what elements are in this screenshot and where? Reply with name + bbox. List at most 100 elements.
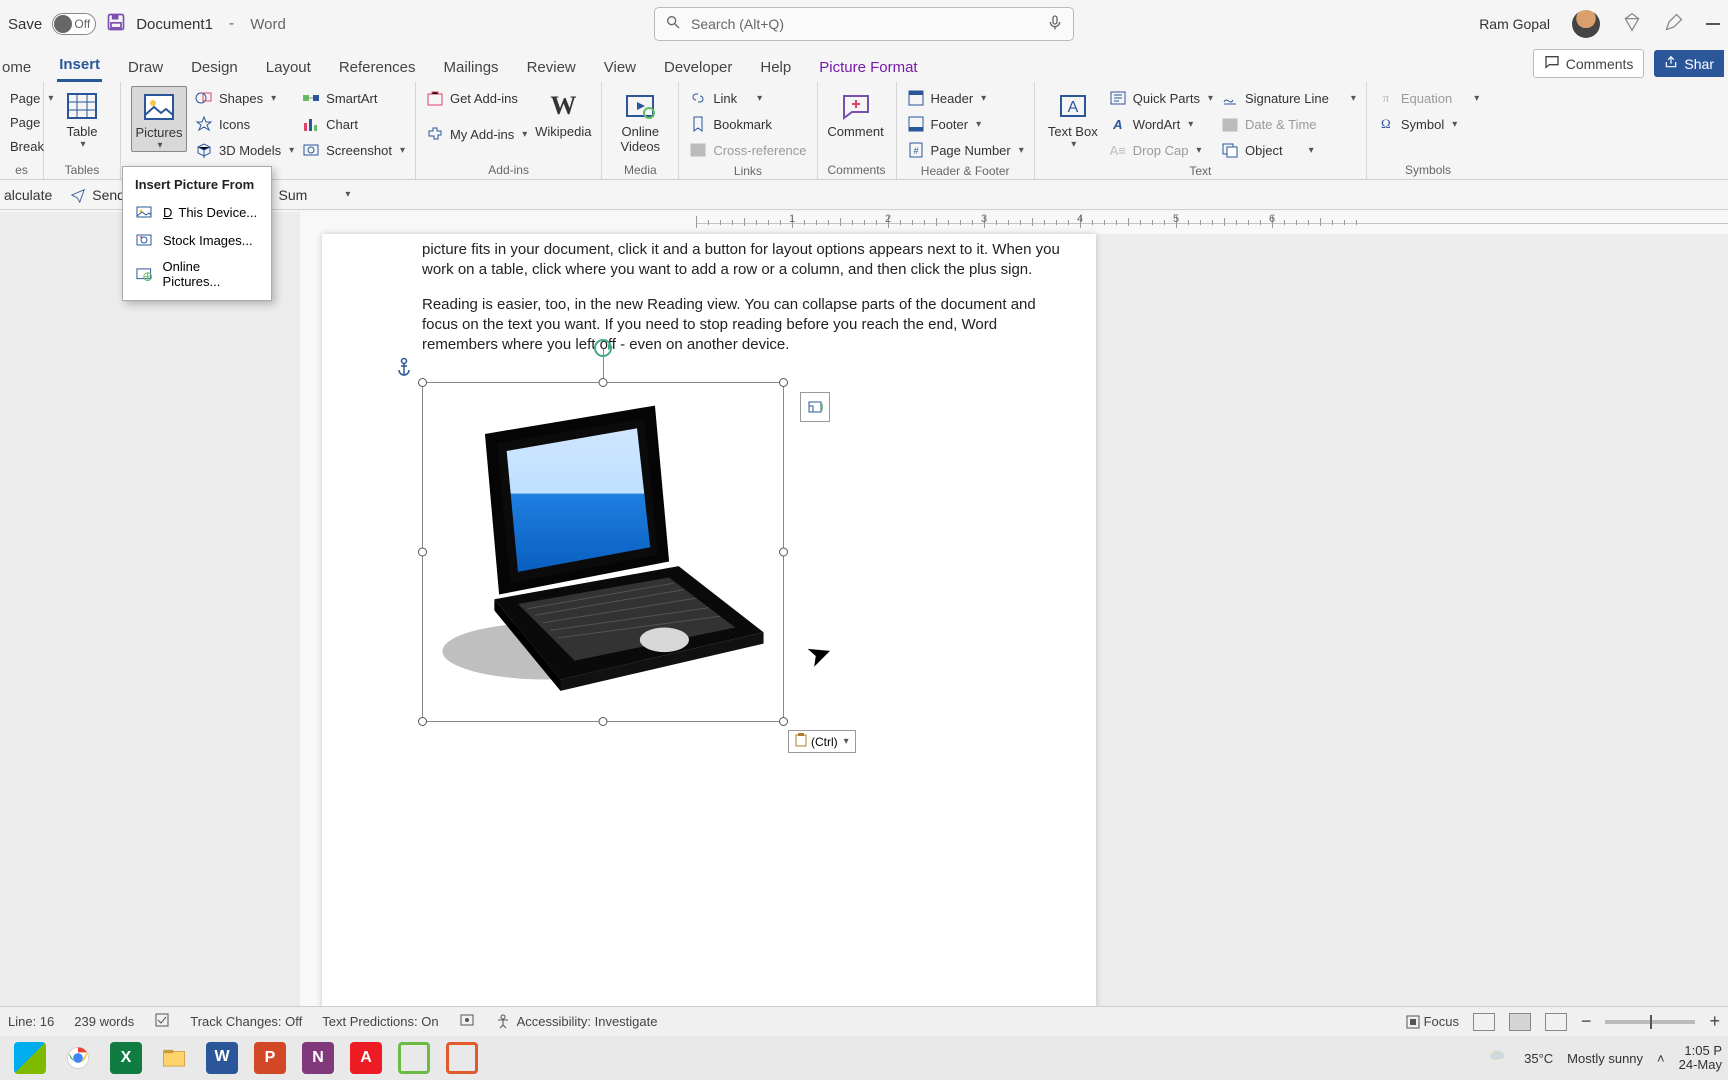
vertical-ruler[interactable] [300, 234, 322, 1050]
selected-picture[interactable]: ➤ [422, 382, 784, 722]
microphone-icon[interactable] [1047, 14, 1063, 35]
resize-handle-br[interactable] [779, 717, 788, 726]
status-predictions[interactable]: Text Predictions: On [322, 1014, 438, 1029]
tab-view[interactable]: View [602, 53, 638, 82]
page-number-button[interactable]: # Page Number▾ [907, 138, 1024, 162]
rotation-handle[interactable] [594, 339, 612, 357]
tab-picture-format[interactable]: Picture Format [817, 53, 919, 82]
signature-line-button[interactable]: Signature Line▾ [1221, 86, 1356, 110]
tab-help[interactable]: Help [758, 53, 793, 82]
resize-handle-tr[interactable] [779, 378, 788, 387]
start-button[interactable] [14, 1042, 46, 1074]
cross-reference-button[interactable]: Cross-reference [689, 138, 806, 162]
excel-icon[interactable]: X [110, 1042, 142, 1074]
app-icon-green1[interactable] [398, 1042, 430, 1074]
date-time-button[interactable]: Date & Time [1221, 112, 1356, 136]
weather-temp[interactable]: 35°C [1524, 1051, 1553, 1066]
tab-design[interactable]: Design [189, 53, 240, 82]
anchor-icon[interactable] [396, 358, 412, 383]
macro-rec-icon[interactable] [459, 1012, 475, 1031]
status-words[interactable]: 239 words [74, 1014, 134, 1029]
tab-insert[interactable]: Insert [57, 50, 102, 82]
object-button[interactable]: Object▾ [1221, 138, 1356, 162]
focus-mode-button[interactable]: Focus [1406, 1014, 1459, 1029]
onenote-icon[interactable]: N [302, 1042, 334, 1074]
layout-options-button[interactable] [800, 392, 830, 422]
table-button[interactable]: Table ▾ [54, 86, 110, 150]
web-layout-button[interactable] [1545, 1013, 1567, 1031]
user-name[interactable]: Ram Gopal [1479, 16, 1550, 32]
resize-handle-ml[interactable] [418, 548, 427, 557]
chart-button[interactable]: Chart [302, 112, 405, 136]
resize-handle-tl[interactable] [418, 378, 427, 387]
picmenu-stock-images[interactable]: Stock Images... [123, 226, 271, 254]
tab-draw[interactable]: Draw [126, 53, 165, 82]
page-break-button[interactable]: Break [10, 134, 44, 158]
resize-handle-mr[interactable] [779, 548, 788, 557]
tray-chevron-icon[interactable]: ˄ [1657, 1051, 1665, 1066]
wikipedia-button[interactable]: W Wikipedia [535, 86, 591, 139]
user-avatar[interactable] [1572, 10, 1600, 38]
picmenu-this-device[interactable]: D This Device... [123, 198, 271, 226]
icons-button[interactable]: Icons [195, 112, 294, 136]
picmenu-online-pictures[interactable]: Online Pictures... [123, 254, 271, 294]
clock-date[interactable]: 24-May [1679, 1058, 1722, 1072]
autosave-toggle[interactable]: Off [52, 13, 96, 35]
equation-button[interactable]: π Equation▾ [1377, 86, 1479, 110]
my-addins-button[interactable]: My Add-ins▾ [426, 122, 527, 146]
header-button[interactable]: Header▾ [907, 86, 1024, 110]
tab-layout[interactable]: Layout [264, 53, 313, 82]
comment-button[interactable]: Comment [828, 86, 884, 139]
status-line[interactable]: Line: 16 [8, 1014, 54, 1029]
share-button[interactable]: Shar [1654, 50, 1724, 77]
qat-customize-icon[interactable]: ▾ [345, 189, 350, 200]
weather-icon[interactable] [1488, 1046, 1510, 1071]
footer-button[interactable]: Footer▾ [907, 112, 1024, 136]
tab-review[interactable]: Review [525, 53, 578, 82]
explorer-icon[interactable] [158, 1042, 190, 1074]
textbox-button[interactable]: A Text Box ▾ [1045, 86, 1101, 150]
dropcap-button[interactable]: A≡ Drop Cap▾ [1109, 138, 1213, 162]
tab-home[interactable]: ome [0, 53, 33, 82]
app-icon-green2[interactable] [446, 1042, 478, 1074]
paste-options-button[interactable]: (Ctrl) ▾ [788, 730, 856, 753]
search-box[interactable]: Search (Alt+Q) [654, 7, 1074, 41]
resize-handle-bl[interactable] [418, 717, 427, 726]
zoom-out-button[interactable]: − [1581, 1011, 1592, 1032]
word-icon[interactable]: W [206, 1042, 238, 1074]
pen-icon[interactable] [1664, 12, 1684, 37]
screenshot-button[interactable]: Screenshot▾ [302, 138, 405, 162]
tab-developer[interactable]: Developer [662, 53, 734, 82]
resize-handle-bm[interactable] [599, 717, 608, 726]
smartart-button[interactable]: SmartArt [302, 86, 405, 110]
page[interactable]: picture fits in your document, click it … [322, 234, 1096, 1050]
comments-button[interactable]: Comments [1533, 49, 1645, 78]
pictures-button[interactable]: Pictures ▾ [131, 86, 187, 152]
print-layout-button[interactable] [1509, 1013, 1531, 1031]
zoom-slider[interactable] [1605, 1020, 1695, 1024]
document-title[interactable]: Document1 [136, 16, 213, 33]
sum-button[interactable]: Sum [279, 187, 308, 203]
save-icon[interactable] [106, 12, 126, 37]
tab-references[interactable]: References [337, 53, 418, 82]
get-addins-button[interactable]: Get Add-ins [426, 86, 527, 110]
wordart-button[interactable]: A WordArt▾ [1109, 112, 1213, 136]
bookmark-button[interactable]: Bookmark [689, 112, 806, 136]
powerpoint-icon[interactable]: P [254, 1042, 286, 1074]
3d-models-button[interactable]: 3D Models▾ [195, 138, 294, 162]
chrome-icon[interactable] [62, 1042, 94, 1074]
acrobat-icon[interactable]: A [350, 1042, 382, 1074]
weather-desc[interactable]: Mostly sunny [1567, 1051, 1643, 1066]
read-mode-button[interactable] [1473, 1013, 1495, 1031]
horizontal-ruler[interactable]: 123456 [300, 212, 1728, 234]
spellcheck-icon[interactable] [154, 1012, 170, 1031]
link-button[interactable]: Link▾ [689, 86, 806, 110]
quick-parts-button[interactable]: Quick Parts▾ [1109, 86, 1213, 110]
clock-time[interactable]: 1:05 P [1679, 1044, 1722, 1058]
calculate-button[interactable]: alculate [4, 187, 52, 203]
tab-mailings[interactable]: Mailings [442, 53, 501, 82]
diamond-icon[interactable] [1622, 12, 1642, 37]
accessibility-status[interactable]: Accessibility: Investigate [495, 1014, 658, 1030]
blank-page-button[interactable]: Page [10, 110, 40, 134]
zoom-in-button[interactable]: + [1709, 1011, 1720, 1032]
